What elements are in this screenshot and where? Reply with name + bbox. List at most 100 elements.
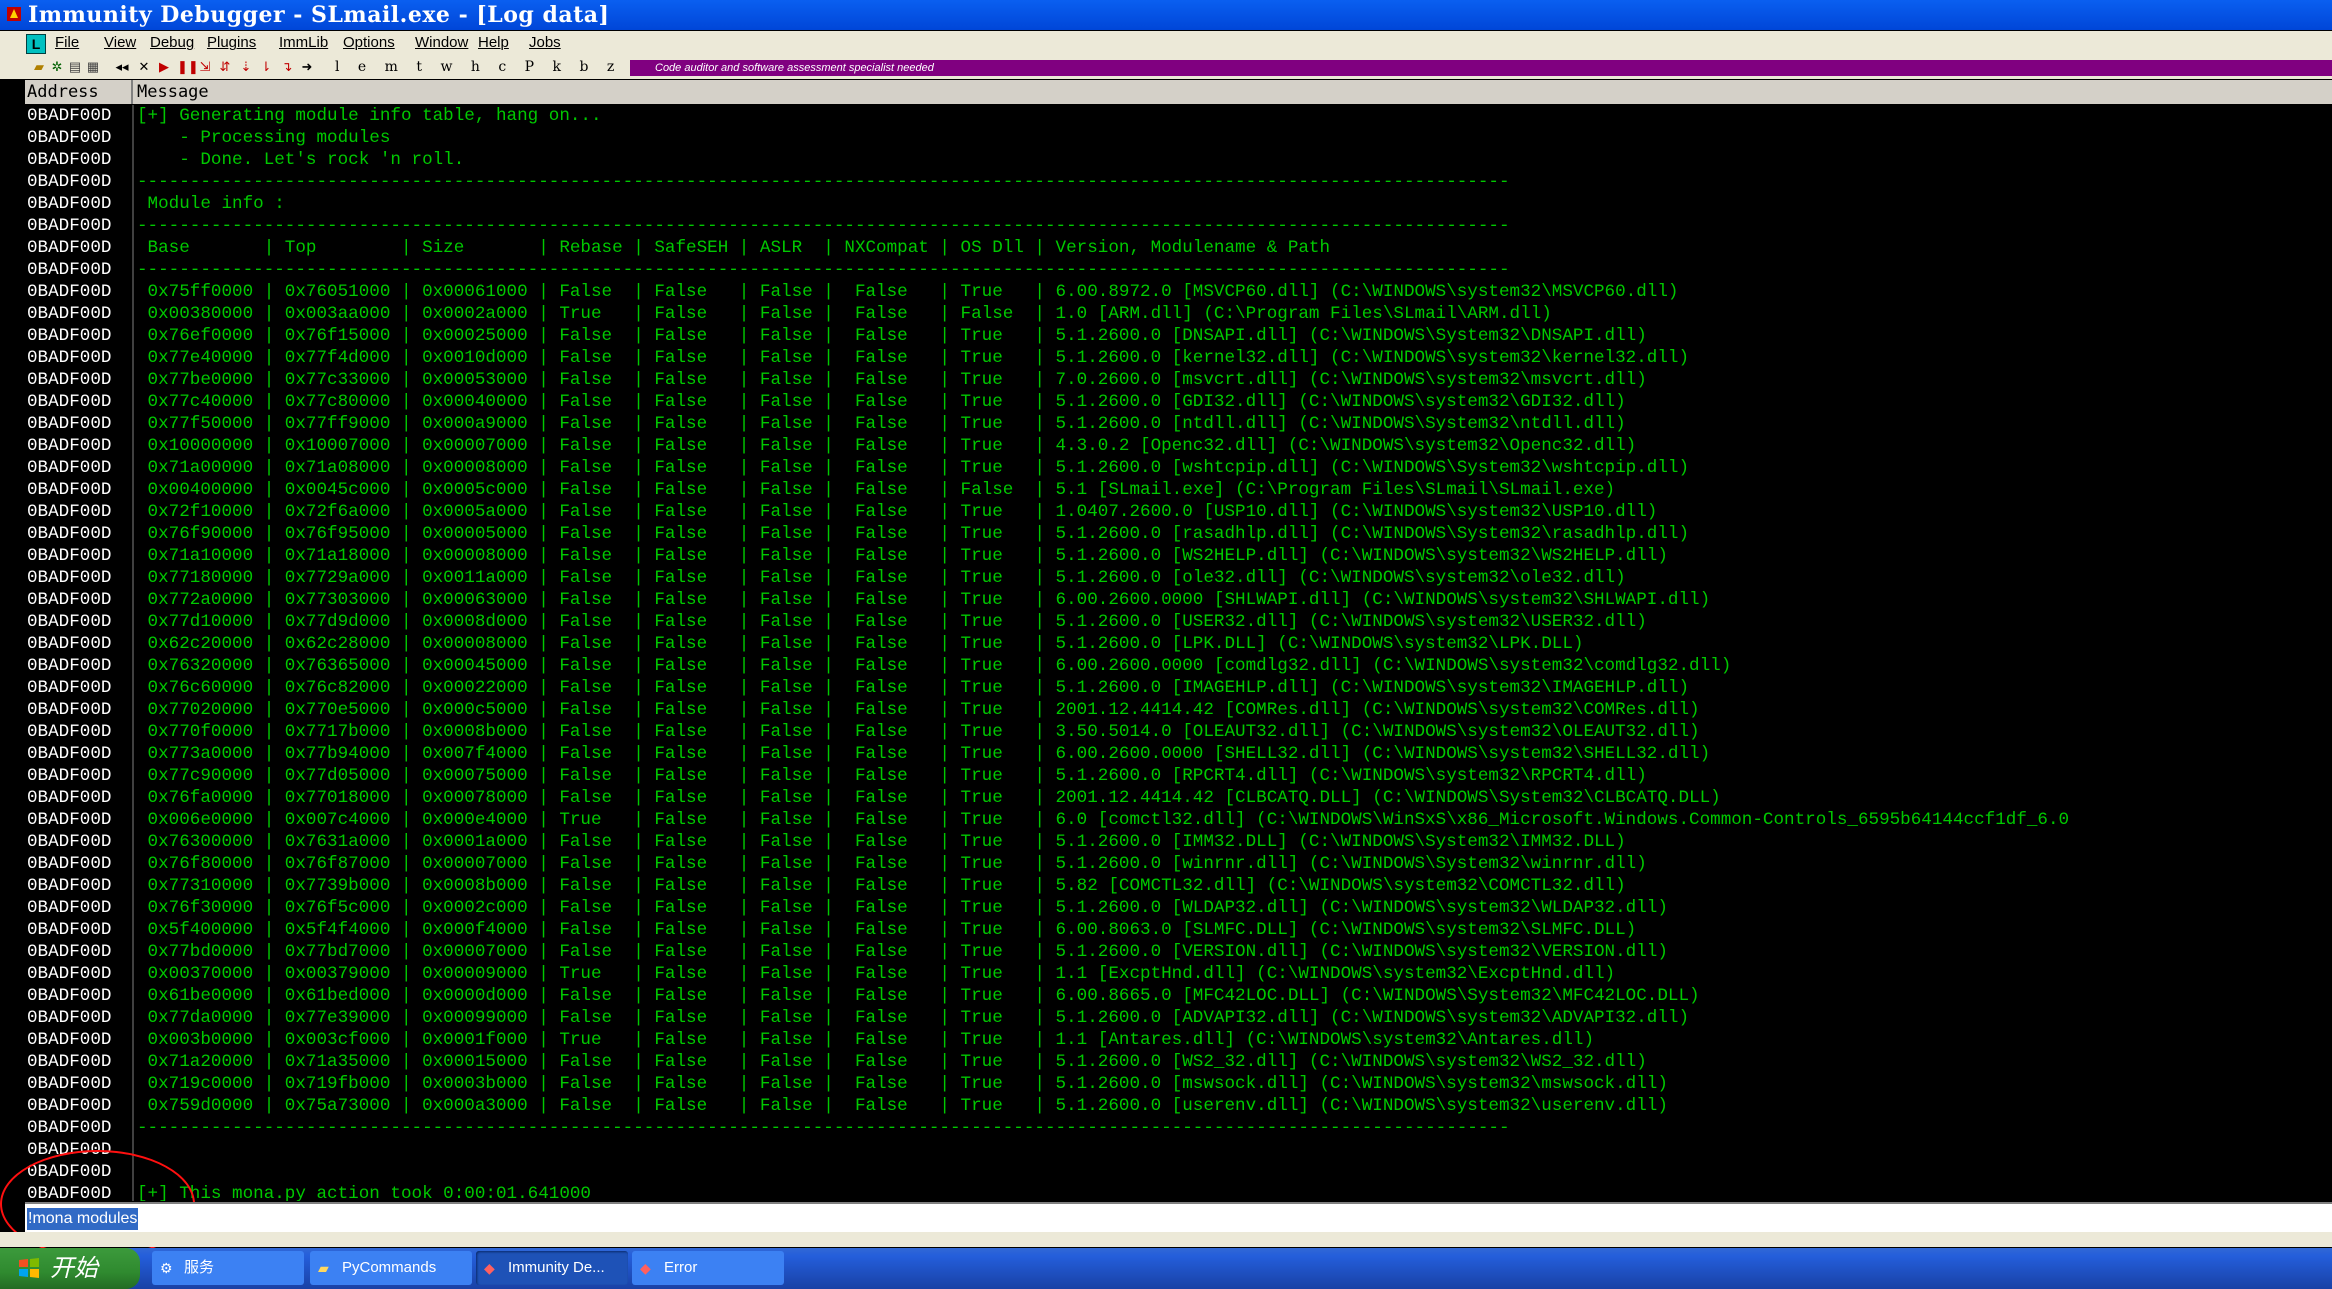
taskbar-item-error[interactable]: ◆ Error	[632, 1251, 784, 1285]
menu-file[interactable]: File	[55, 34, 79, 51]
log-address: 0BADF00D	[27, 1052, 112, 1072]
log-row[interactable]: 0BADF00D Module info :	[25, 193, 2332, 215]
open-icon[interactable]: ▰	[32, 60, 46, 74]
log-row[interactable]: 0BADF00D 0x77be0000 | 0x77c33000 | 0x000…	[25, 369, 2332, 391]
mdi-window-icon[interactable]: L	[26, 34, 46, 54]
log-address: 0BADF00D	[27, 1118, 112, 1138]
log-row[interactable]: 0BADF00D 0x62c20000 | 0x62c28000 | 0x000…	[25, 633, 2332, 655]
log-row[interactable]: 0BADF00D 0x76c60000 | 0x76c82000 | 0x000…	[25, 677, 2332, 699]
menu-debug[interactable]: Debug	[150, 34, 194, 51]
log-row[interactable]: 0BADF00D 0x71a10000 | 0x71a18000 | 0x000…	[25, 545, 2332, 567]
log-row[interactable]: 0BADF00D 0x10000000 | 0x10007000 | 0x000…	[25, 435, 2332, 457]
log-address: 0BADF00D	[27, 1074, 112, 1094]
log-row[interactable]: 0BADF00D 0x77020000 | 0x770e5000 | 0x000…	[25, 699, 2332, 721]
execute-till-return-icon[interactable]: ↴	[280, 60, 294, 74]
log-row[interactable]: 0BADF00D 0x00400000 | 0x0045c000 | 0x000…	[25, 479, 2332, 501]
log-row[interactable]: 0BADF00D 0x77c40000 | 0x77c80000 | 0x000…	[25, 391, 2332, 413]
log-message: 0x76f80000 | 0x76f87000 | 0x00007000 | F…	[137, 854, 1647, 874]
log-row[interactable]: 0BADF00D - Processing modules	[25, 127, 2332, 149]
log-row[interactable]: 0BADF00D 0x71a00000 | 0x71a08000 | 0x000…	[25, 457, 2332, 479]
log-row[interactable]: 0BADF00D 0x773a0000 | 0x77b94000 | 0x007…	[25, 743, 2332, 765]
taskbar-item-services[interactable]: ⚙ 服务	[152, 1251, 304, 1285]
log-row[interactable]: 0BADF00D 0x006e0000 | 0x007c4000 | 0x000…	[25, 809, 2332, 831]
log-row[interactable]: 0BADF00D 0x76f80000 | 0x76f87000 | 0x000…	[25, 853, 2332, 875]
step-into-icon[interactable]: ⇲	[198, 60, 212, 74]
log-data-window[interactable]: Address Message 0BADF00D [+] Generating m…	[25, 79, 2332, 1201]
log-row[interactable]: 0BADF00D	[25, 1139, 2332, 1161]
log-row[interactable]: 0BADF00D 0x77310000 | 0x7739b000 | 0x000…	[25, 875, 2332, 897]
log-row[interactable]: 0BADF00D 0x00370000 | 0x00379000 | 0x000…	[25, 963, 2332, 985]
terminal-icon[interactable]: ▤	[68, 60, 82, 74]
column-separator	[132, 259, 134, 281]
log-address: 0BADF00D	[27, 348, 112, 368]
menu-options[interactable]: Options	[343, 34, 395, 51]
message-column-header[interactable]: Message	[137, 80, 209, 104]
log-row[interactable]: 0BADF00D 0x72f10000 | 0x72f6a000 | 0x000…	[25, 501, 2332, 523]
log-row[interactable]: 0BADF00D 0x76300000 | 0x7631a000 | 0x000…	[25, 831, 2332, 853]
log-address: 0BADF00D	[27, 590, 112, 610]
log-row[interactable]: 0BADF00D 0x772a0000 | 0x77303000 | 0x000…	[25, 589, 2332, 611]
log-row[interactable]: 0BADF00D 0x71a20000 | 0x71a35000 | 0x000…	[25, 1051, 2332, 1073]
log-row[interactable]: 0BADF00D 0x76f30000 | 0x76f5c000 | 0x000…	[25, 897, 2332, 919]
column-separator	[132, 523, 134, 545]
log-row[interactable]: 0BADF00D 0x76ef0000 | 0x76f15000 | 0x000…	[25, 325, 2332, 347]
log-row[interactable]: 0BADF00D 0x77180000 | 0x7729a000 | 0x001…	[25, 567, 2332, 589]
log-row[interactable]: 0BADF00D 0x719c0000 | 0x719fb000 | 0x000…	[25, 1073, 2332, 1095]
log-row[interactable]: 0BADF00D 0x77d10000 | 0x77d9d000 | 0x000…	[25, 611, 2332, 633]
column-separator	[132, 1117, 134, 1139]
taskbar-item-label: Immunity De...	[508, 1259, 605, 1276]
advert-banner[interactable]: Code auditor and software assessment spe…	[630, 60, 2332, 76]
go-to-icon[interactable]: ➜	[300, 60, 314, 74]
menu-jobs[interactable]: Jobs	[529, 34, 561, 51]
log-row[interactable]: 0BADF00D --------------------------------…	[25, 259, 2332, 281]
step-over-icon[interactable]: ⇵	[218, 60, 232, 74]
log-row[interactable]: 0BADF00D 0x759d0000 | 0x75a73000 | 0x000…	[25, 1095, 2332, 1117]
log-row[interactable]: 0BADF00D 0x5f400000 | 0x5f4f4000 | 0x000…	[25, 919, 2332, 941]
close-icon[interactable]: ✕	[137, 60, 151, 74]
log-row[interactable]: 0BADF00D 0x77da0000 | 0x77e39000 | 0x000…	[25, 1007, 2332, 1029]
menu-bar: L File View Debug Plugins ImmLib Options…	[0, 31, 2332, 57]
pause-icon[interactable]: ❚❚	[177, 60, 199, 74]
log-row[interactable]: 0BADF00D 0x77c90000 | 0x77d05000 | 0x000…	[25, 765, 2332, 787]
log-row[interactable]: 0BADF00D - Done. Let's rock 'n roll.	[25, 149, 2332, 171]
log-row[interactable]: 0BADF00D 0x770f0000 | 0x7717b000 | 0x000…	[25, 721, 2332, 743]
menu-view[interactable]: View	[104, 34, 136, 51]
log-row[interactable]: 0BADF00D 0x76f90000 | 0x76f95000 | 0x000…	[25, 523, 2332, 545]
log-row[interactable]: 0BADF00D --------------------------------…	[25, 215, 2332, 237]
log-row[interactable]: 0BADF00D 0x77f50000 | 0x77ff9000 | 0x000…	[25, 413, 2332, 435]
log-row[interactable]: 0BADF00D 0x76320000 | 0x76365000 | 0x000…	[25, 655, 2332, 677]
python-shell-icon[interactable]: ▦	[86, 60, 100, 74]
windows-flag-icon	[19, 1258, 39, 1278]
title-bar[interactable]: Immunity Debugger - SLmail.exe - [Log da…	[0, 0, 2332, 30]
log-row[interactable]: 0BADF00D 0x003b0000 | 0x003cf000 | 0x000…	[25, 1029, 2332, 1051]
address-column-header[interactable]: Address	[27, 80, 133, 104]
trace-into-icon[interactable]: ⇣	[239, 60, 253, 74]
log-row[interactable]: 0BADF00D 0x75ff0000 | 0x76051000 | 0x000…	[25, 281, 2332, 303]
attach-icon[interactable]: ✲	[50, 60, 64, 74]
log-message: ----------------------------------------…	[137, 1118, 1510, 1138]
run-icon[interactable]: ▶	[157, 60, 171, 74]
log-row[interactable]: 0BADF00D [+] Generating module info table…	[25, 105, 2332, 127]
log-row[interactable]: 0BADF00D Base | Top | Size | Rebase | Sa…	[25, 237, 2332, 259]
menu-immlib[interactable]: ImmLib	[279, 34, 328, 51]
taskbar-item-label: PyCommands	[342, 1259, 437, 1276]
log-address: 0BADF00D	[27, 876, 112, 896]
log-row[interactable]: 0BADF00D [+] This mona.py action took 0:0…	[25, 1183, 2332, 1201]
command-input[interactable]: !mona modules	[27, 1208, 139, 1230]
menu-window[interactable]: Window	[415, 34, 468, 51]
menu-help[interactable]: Help	[478, 34, 509, 51]
log-row[interactable]: 0BADF00D 0x77e40000 | 0x77f4d000 | 0x001…	[25, 347, 2332, 369]
trace-over-icon[interactable]: ⇂	[259, 60, 273, 74]
taskbar-item-immunity[interactable]: ◆ Immunity De...	[476, 1251, 628, 1285]
log-row[interactable]: 0BADF00D --------------------------------…	[25, 1117, 2332, 1139]
taskbar-item-pycommands[interactable]: ▰ PyCommands	[310, 1251, 472, 1285]
log-row[interactable]: 0BADF00D --------------------------------…	[25, 171, 2332, 193]
log-row[interactable]: 0BADF00D 0x00380000 | 0x003aa000 | 0x000…	[25, 303, 2332, 325]
start-button[interactable]: 开始	[0, 1248, 140, 1289]
log-row[interactable]: 0BADF00D 0x76fa0000 | 0x77018000 | 0x000…	[25, 787, 2332, 809]
log-row[interactable]: 0BADF00D 0x61be0000 | 0x61bed000 | 0x000…	[25, 985, 2332, 1007]
log-row[interactable]: 0BADF00D 0x77bd0000 | 0x77bd7000 | 0x000…	[25, 941, 2332, 963]
menu-plugins[interactable]: Plugins	[207, 34, 256, 51]
log-row[interactable]: 0BADF00D	[25, 1161, 2332, 1183]
rewind-icon[interactable]: ◂◂	[115, 60, 129, 74]
